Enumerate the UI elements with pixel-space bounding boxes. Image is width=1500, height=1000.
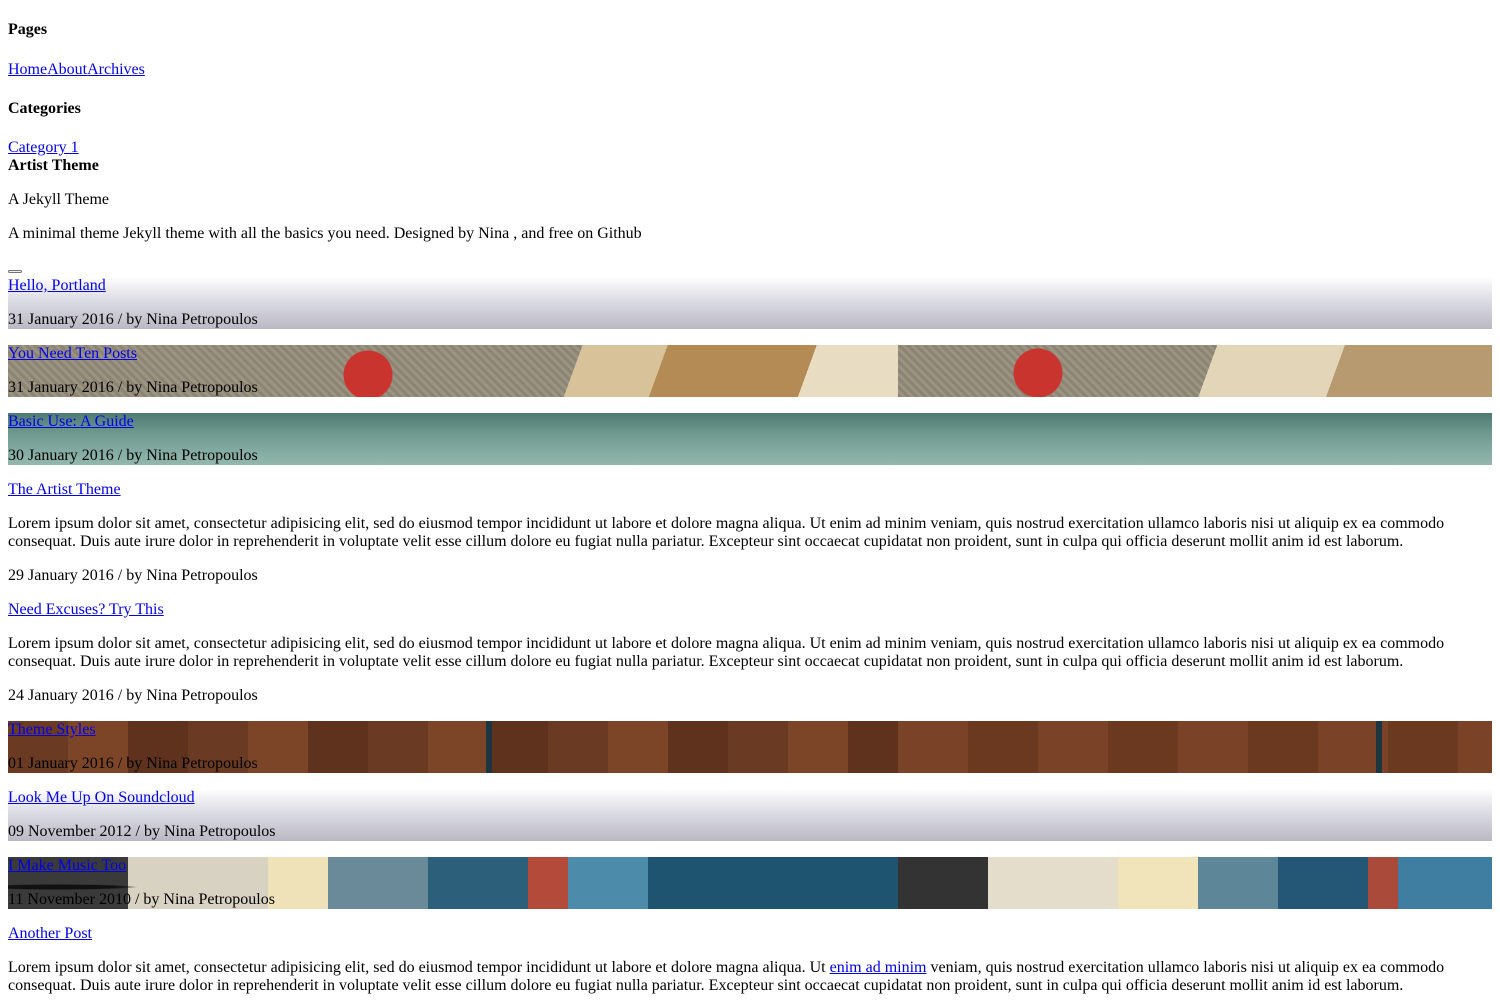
post-title-link[interactable]: You Need Ten Posts — [8, 345, 137, 363]
post-title-link[interactable]: Basic Use: A Guide — [8, 413, 134, 431]
categories-heading: Categories — [8, 100, 81, 117]
post-title-link[interactable]: The Artist Theme — [8, 481, 121, 499]
categories-list: Category 1 — [8, 139, 79, 157]
post-banner-make-music[interactable]: I Make Music Too 11 November 2010 / by N… — [8, 857, 1492, 909]
post-image — [898, 789, 1492, 841]
post-excerpt: Lorem ipsum dolor sit amet, consectetur … — [8, 959, 1492, 995]
post-image — [898, 857, 1492, 909]
post-title-link[interactable]: Another Post — [8, 925, 92, 943]
post-meta: 31 January 2016 / by Nina Petropoulos — [8, 379, 258, 396]
post-excerpt: Lorem ipsum dolor sit amet, consectetur … — [8, 515, 1445, 550]
post-image — [898, 721, 1492, 773]
post-meta: 31 January 2016 / by Nina Petropoulos — [8, 311, 258, 328]
post-meta: 30 January 2016 / by Nina Petropoulos — [8, 447, 258, 464]
site-title: Artist Theme — [8, 157, 99, 174]
post-meta: 11 November 2010 / by Nina Petropoulos — [8, 891, 275, 908]
post-meta: 29 January 2016 / by Nina Petropoulos — [8, 567, 258, 584]
nav-link-archives[interactable]: Archives — [87, 61, 145, 78]
site-tagline: A Jekyll Theme — [8, 191, 110, 208]
post-excerpt: Lorem ipsum dolor sit amet, consectetur … — [8, 635, 1445, 670]
nav-link-home[interactable]: Home — [8, 61, 47, 78]
post-banner-soundcloud[interactable]: Look Me Up On Soundcloud 09 November 201… — [8, 789, 1492, 841]
post-title-link[interactable]: I Make Music Too — [8, 857, 126, 875]
menu-toggle-button[interactable] — [8, 270, 22, 273]
post-image — [898, 345, 1492, 397]
post-banner-ten-posts[interactable]: You Need Ten Posts 31 January 2016 / by … — [8, 345, 1492, 397]
post-banner-hello-portland[interactable]: Hello, Portland 31 January 2016 / by Nin… — [8, 277, 1492, 329]
site-description: A minimal theme Jekyll theme with all th… — [8, 225, 642, 242]
excerpt-text: Lorem ipsum dolor sit amet, consectetur … — [8, 959, 830, 976]
post-title-link[interactable]: Look Me Up On Soundcloud — [8, 789, 195, 807]
post-title-link[interactable]: Need Excuses? Try This — [8, 601, 164, 619]
excerpt-link[interactable]: enim ad minim — [830, 959, 927, 976]
category-link-1[interactable]: Category 1 — [8, 139, 79, 156]
post-image — [898, 277, 1492, 329]
pages-nav: HomeAboutArchives — [8, 61, 145, 79]
post-banner-basic-use[interactable]: Basic Use: A Guide 30 January 2016 / by … — [8, 413, 1492, 465]
post-title-link[interactable]: Hello, Portland — [8, 277, 106, 295]
post-meta: 09 November 2012 / by Nina Petropoulos — [8, 823, 276, 840]
post-banner-theme-styles[interactable]: Theme Styles 01 January 2016 / by Nina P… — [8, 721, 1492, 773]
pages-heading: Pages — [8, 21, 48, 38]
post-meta: 01 January 2016 / by Nina Petropoulos — [8, 755, 258, 772]
nav-link-about[interactable]: About — [47, 61, 87, 78]
post-title-link[interactable]: Theme Styles — [8, 721, 96, 739]
post-meta: 24 January 2016 / by Nina Petropoulos — [8, 687, 258, 704]
post-image — [898, 413, 1492, 465]
